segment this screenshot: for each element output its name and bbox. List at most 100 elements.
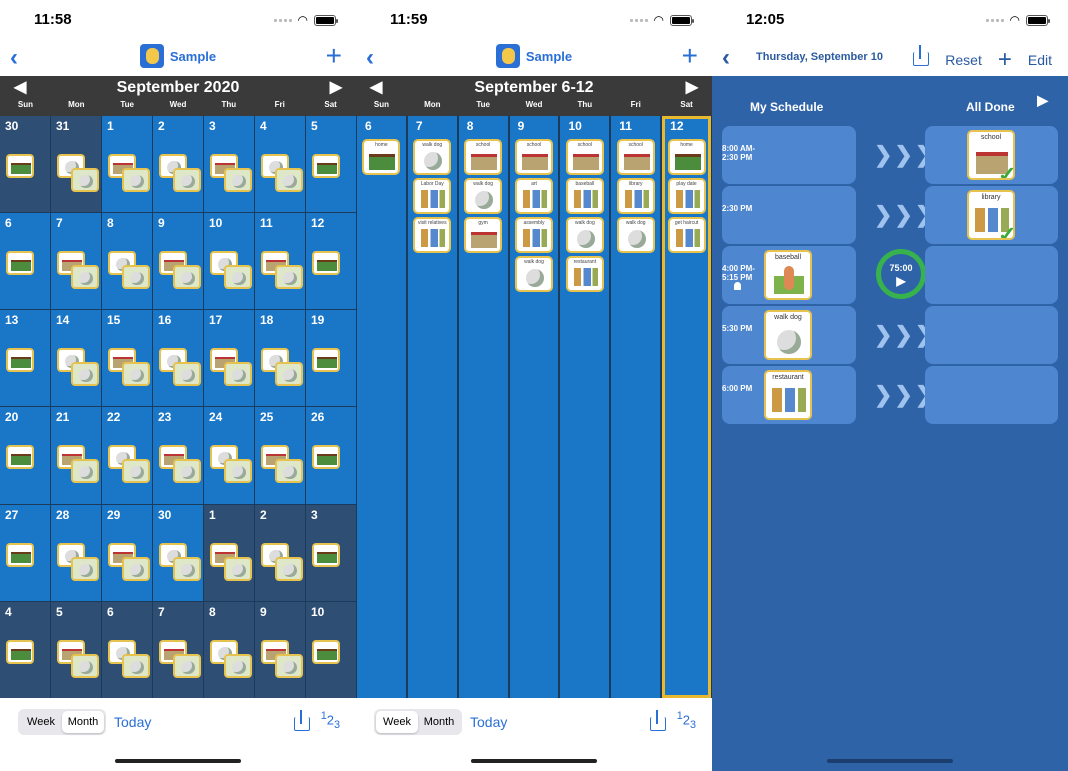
day-column[interactable]: 7 walk dog Labor Day visit relatives bbox=[407, 116, 457, 698]
event-card[interactable]: school bbox=[464, 139, 503, 175]
add-button[interactable]: + bbox=[998, 46, 1012, 74]
day-column[interactable]: 11 school library walk dog bbox=[611, 116, 661, 698]
share-icon[interactable] bbox=[650, 710, 666, 732]
day-cell[interactable]: 30 bbox=[153, 504, 203, 601]
event-card[interactable]: walk dog bbox=[565, 217, 604, 253]
day-cell[interactable]: 18 bbox=[255, 310, 305, 407]
day-cell[interactable]: 1 bbox=[204, 504, 254, 601]
done-slot[interactable] bbox=[925, 306, 1058, 364]
day-cell[interactable]: 2 bbox=[255, 504, 305, 601]
share-icon[interactable] bbox=[913, 45, 930, 67]
next-month-button[interactable]: ▶ bbox=[330, 76, 342, 100]
day-cell[interactable]: 29 bbox=[102, 504, 152, 601]
done-slot[interactable]: library ✓ bbox=[925, 186, 1058, 244]
schedule-item-card[interactable]: 2:30 PM bbox=[722, 186, 856, 244]
schedule-item-card[interactable]: 6:00 PM restaurant bbox=[722, 366, 856, 424]
event-card[interactable]: get haircut bbox=[667, 217, 706, 253]
event-thumbnail[interactable] bbox=[71, 168, 99, 192]
numbers-icon[interactable]: 123 bbox=[321, 710, 340, 731]
day-cell[interactable]: 11 bbox=[255, 213, 305, 310]
day-cell[interactable]: 26 bbox=[306, 407, 356, 504]
day-cell[interactable]: 19 bbox=[306, 310, 356, 407]
day-column[interactable]: 10 school baseball walk dog restaurant bbox=[560, 116, 610, 698]
day-cell[interactable]: 22 bbox=[102, 407, 152, 504]
week-tab[interactable]: Week bbox=[20, 711, 62, 733]
item-picture[interactable]: walk dog bbox=[764, 310, 812, 360]
day-cell[interactable]: 23 bbox=[153, 407, 203, 504]
prev-week-button[interactable]: ◀ bbox=[370, 76, 382, 100]
today-button[interactable]: Today bbox=[114, 714, 151, 730]
event-card[interactable]: Labor Day bbox=[413, 178, 452, 214]
day-cell[interactable]: 6 bbox=[0, 213, 50, 310]
event-thumbnail[interactable] bbox=[6, 445, 34, 470]
event-thumbnail[interactable] bbox=[275, 362, 303, 387]
event-thumbnail[interactable] bbox=[71, 362, 99, 387]
event-thumbnail[interactable] bbox=[173, 556, 201, 581]
day-cell[interactable]: 2 bbox=[153, 116, 203, 213]
day-cell[interactable]: 31 bbox=[51, 116, 101, 213]
event-card[interactable]: school bbox=[515, 139, 553, 175]
event-thumbnail[interactable] bbox=[71, 459, 99, 484]
add-button[interactable]: + bbox=[326, 40, 342, 72]
prev-month-button[interactable]: ◀ bbox=[14, 76, 26, 100]
day-column[interactable]: 6 home bbox=[357, 116, 406, 698]
event-thumbnail[interactable] bbox=[275, 168, 303, 192]
day-cell[interactable]: 6 bbox=[102, 601, 152, 698]
schedule-item-card[interactable]: 4:00 PM- 5:15 PM baseball bbox=[722, 246, 856, 304]
event-thumbnail[interactable] bbox=[224, 168, 252, 192]
event-thumbnail[interactable] bbox=[122, 362, 150, 387]
event-card[interactable]: play date bbox=[667, 178, 706, 214]
day-cell[interactable]: 12 bbox=[306, 213, 356, 310]
day-cell[interactable]: 28 bbox=[51, 504, 101, 601]
item-picture[interactable]: restaurant bbox=[764, 370, 812, 420]
event-thumbnail[interactable] bbox=[275, 459, 303, 484]
add-button[interactable]: + bbox=[682, 40, 698, 72]
numbers-icon[interactable]: 123 bbox=[677, 710, 696, 731]
event-thumbnail[interactable] bbox=[312, 639, 340, 664]
day-cell[interactable]: 14 bbox=[51, 310, 101, 407]
item-picture[interactable]: baseball bbox=[764, 250, 812, 300]
event-thumbnail[interactable] bbox=[71, 556, 99, 581]
event-card[interactable]: school bbox=[565, 139, 604, 175]
done-slot[interactable]: school ✓ bbox=[925, 126, 1058, 184]
event-card[interactable]: assembly bbox=[515, 217, 553, 253]
event-thumbnail[interactable] bbox=[6, 348, 34, 373]
event-card[interactable]: art bbox=[515, 178, 553, 214]
event-thumbnail[interactable] bbox=[312, 542, 340, 567]
back-chevron-icon[interactable]: ‹ bbox=[722, 44, 730, 72]
day-cell[interactable]: 3 bbox=[204, 116, 254, 213]
day-cell[interactable]: 21 bbox=[51, 407, 101, 504]
done-slot[interactable] bbox=[925, 246, 1058, 304]
event-thumbnail[interactable] bbox=[224, 653, 252, 678]
day-cell[interactable]: 25 bbox=[255, 407, 305, 504]
day-cell[interactable]: 20 bbox=[0, 407, 50, 504]
event-thumbnail[interactable] bbox=[224, 265, 252, 290]
day-cell[interactable]: 8 bbox=[102, 213, 152, 310]
day-cell[interactable]: 8 bbox=[204, 601, 254, 698]
event-thumbnail[interactable] bbox=[275, 556, 303, 581]
event-thumbnail[interactable] bbox=[275, 265, 303, 290]
event-thumbnail[interactable] bbox=[312, 154, 340, 178]
day-cell[interactable]: 30 bbox=[0, 116, 50, 213]
share-icon[interactable] bbox=[294, 710, 310, 732]
event-thumbnail[interactable] bbox=[312, 251, 340, 276]
event-card[interactable]: restaurant bbox=[565, 256, 604, 292]
next-week-button[interactable]: ▶ bbox=[686, 76, 698, 100]
event-card[interactable]: walk dog bbox=[413, 139, 452, 175]
event-thumbnail[interactable] bbox=[173, 653, 201, 678]
day-cell[interactable]: 3 bbox=[306, 504, 356, 601]
event-thumbnail[interactable] bbox=[173, 265, 201, 290]
week-tab[interactable]: Week bbox=[376, 711, 418, 733]
event-thumbnail[interactable] bbox=[122, 168, 150, 192]
day-column[interactable]: 9 school art assembly walk dog bbox=[509, 116, 559, 698]
event-card[interactable]: gym bbox=[464, 217, 503, 253]
play-all-button[interactable]: ▶ bbox=[1037, 92, 1048, 109]
day-cell[interactable]: 1 bbox=[102, 116, 152, 213]
day-cell[interactable]: 7 bbox=[51, 213, 101, 310]
event-card[interactable]: walk dog bbox=[464, 178, 503, 214]
day-cell[interactable]: 10 bbox=[306, 601, 356, 698]
event-thumbnail[interactable] bbox=[312, 348, 340, 373]
day-cell[interactable]: 10 bbox=[204, 213, 254, 310]
event-thumbnail[interactable] bbox=[6, 251, 34, 276]
event-thumbnail[interactable] bbox=[224, 459, 252, 484]
